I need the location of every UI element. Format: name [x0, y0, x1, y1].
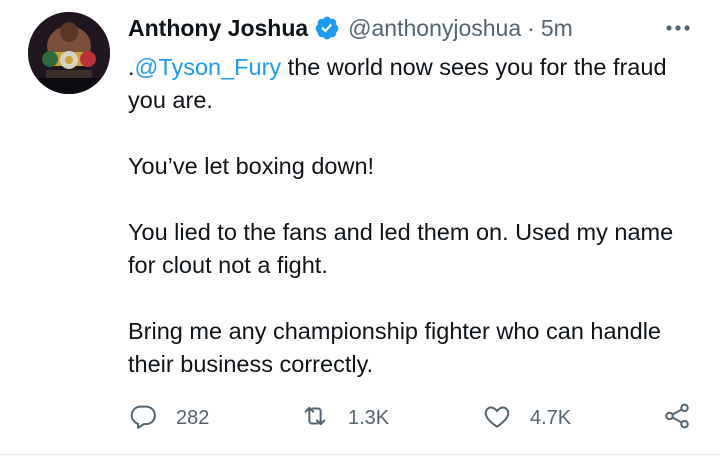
- tweet-header: Anthony Joshua @anthonyjoshua · 5m: [128, 10, 573, 46]
- avatar[interactable]: [28, 12, 110, 94]
- author-handle[interactable]: @anthonyjoshua: [348, 15, 521, 42]
- like-button[interactable]: 4.7K: [482, 398, 571, 438]
- retweet-button[interactable]: 1.3K: [300, 398, 389, 438]
- tweet-paragraph-3: You lied to the fans and led them on. Us…: [128, 219, 674, 278]
- mention-link[interactable]: @Tyson_Fury: [135, 54, 282, 80]
- tweet-paragraph-4: Bring me any championship fighter who ca…: [128, 318, 661, 377]
- tweet-text: .@Tyson_Fury the world now sees you for …: [128, 51, 700, 414]
- heart-icon: [482, 401, 512, 436]
- retweet-count: 1.3K: [348, 406, 390, 429]
- tweet-actions: 282 1.3K 4.7K: [0, 398, 720, 438]
- reply-button[interactable]: 282: [128, 398, 209, 438]
- separator-dot: ·: [527, 14, 535, 41]
- tweet-paragraph-2: You’ve let boxing down!: [128, 153, 375, 179]
- more-dots-icon[interactable]: [664, 18, 692, 38]
- avatar-image: [28, 12, 110, 94]
- comment-bubble-icon: [128, 401, 158, 436]
- tweet[interactable]: Anthony Joshua @anthonyjoshua · 5m .@Tys…: [0, 0, 720, 458]
- share-icon: [662, 401, 692, 436]
- verified-badge-icon: [314, 15, 340, 41]
- timestamp[interactable]: 5m: [541, 15, 573, 42]
- retweet-arrows-icon: [300, 401, 330, 436]
- divider: [0, 454, 720, 455]
- tweet-paragraph-1: .@Tyson_Fury the world now sees you for …: [128, 51, 700, 117]
- like-count: 4.7K: [530, 406, 572, 429]
- author-name[interactable]: Anthony Joshua: [128, 15, 308, 42]
- share-button[interactable]: [662, 398, 692, 438]
- reply-count: 282: [176, 406, 210, 429]
